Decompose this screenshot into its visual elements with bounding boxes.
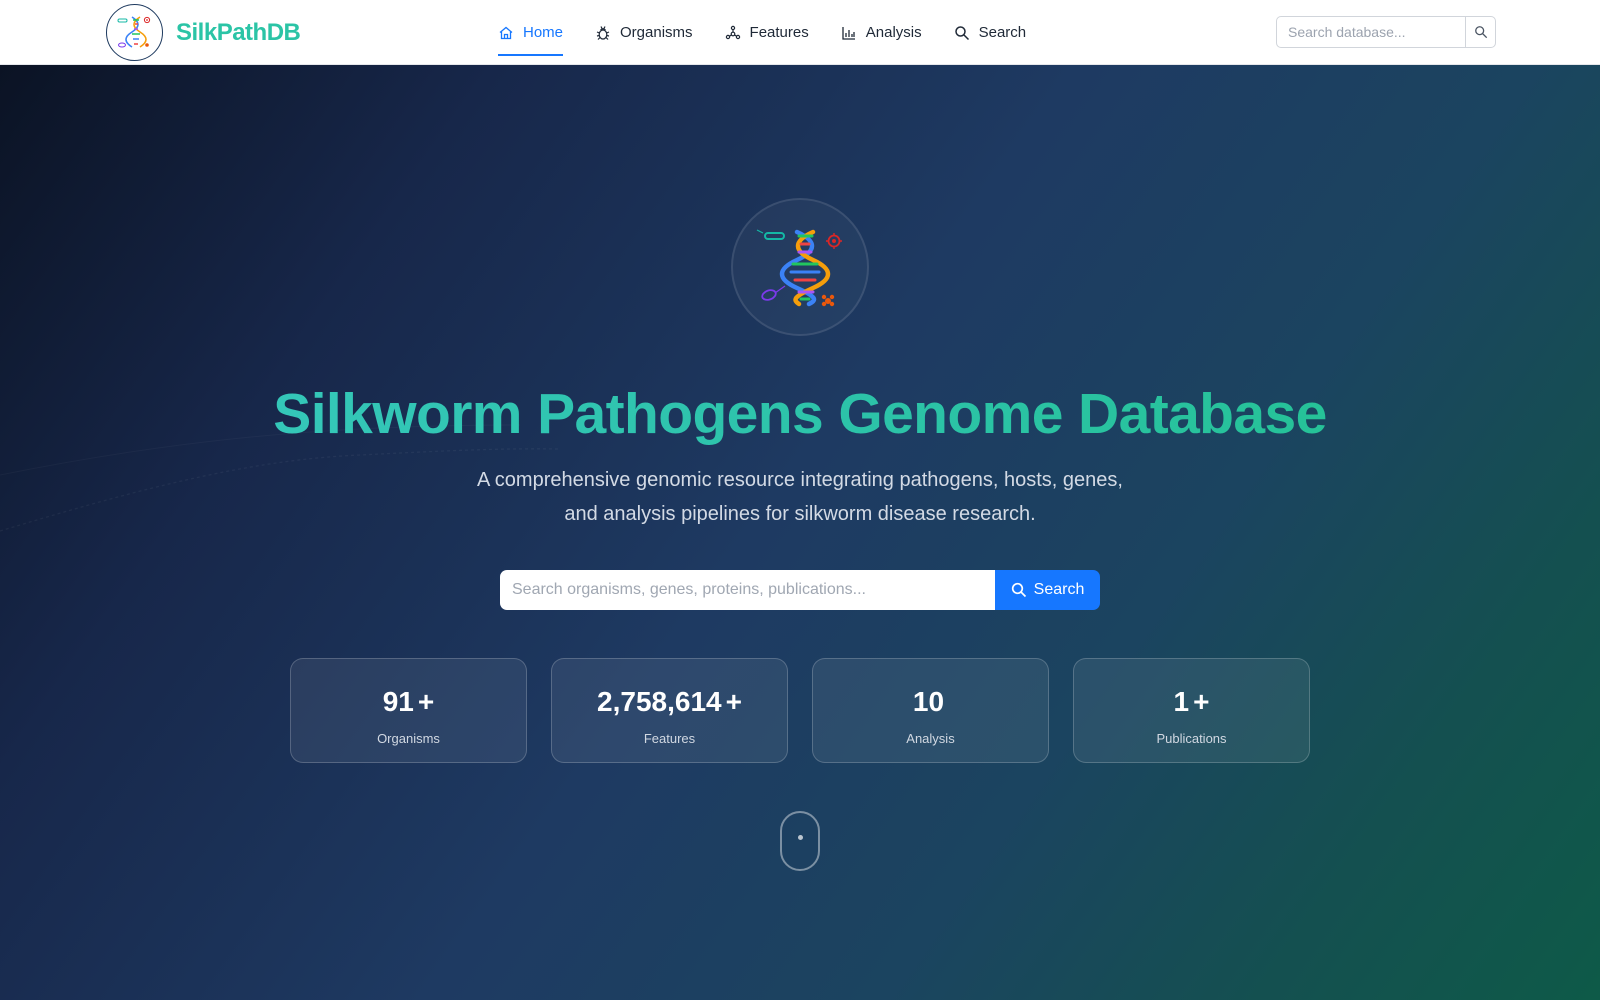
page-title: Silkworm Pathogens Genome Database — [0, 381, 1600, 447]
main-nav: Home Organisms Features Analysis Search — [498, 0, 1058, 65]
stat-number: 1 — [1173, 686, 1190, 717]
hero-search: Search — [500, 570, 1100, 610]
stat-card-features[interactable]: 2,758,614 + Features — [551, 658, 788, 763]
stat-value: 91 + — [291, 686, 526, 718]
stat-card-analysis[interactable]: 10 Analysis — [812, 658, 1049, 763]
nav-item-label: Features — [749, 24, 809, 41]
nodes-icon — [725, 25, 740, 39]
search-icon — [1474, 26, 1487, 39]
nav-item-analysis[interactable]: Analysis — [841, 0, 922, 65]
nav-item-label: Search — [978, 24, 1027, 41]
scroll-dot — [798, 835, 803, 840]
bug-icon — [596, 25, 610, 40]
stat-number: 91 — [382, 686, 414, 717]
nav-item-home[interactable]: Home — [498, 0, 564, 65]
hero-subtitle: A comprehensive genomic resource integra… — [400, 463, 1200, 531]
hero-subtitle-line1: A comprehensive genomic resource integra… — [477, 469, 1123, 491]
brand-name[interactable]: SilkPathDB — [176, 19, 301, 47]
stat-number: 2,758,614 — [597, 686, 722, 717]
hero-subtitle-line2: and analysis pipelines for silkworm dise… — [564, 503, 1036, 525]
stat-value: 10 — [813, 686, 1048, 718]
dna-pathogen-logo-icon[interactable] — [106, 4, 163, 61]
stat-number: 10 — [912, 686, 945, 717]
stat-label: Analysis — [906, 731, 955, 746]
search-icon — [1011, 582, 1026, 598]
nav-item-features[interactable]: Features — [725, 0, 809, 65]
stat-value: 1 + — [1074, 686, 1309, 718]
dna-pathogen-logo-icon — [731, 198, 869, 336]
hero-section: Silkworm Pathogens Genome Database A com… — [0, 65, 1600, 1000]
header-search — [1276, 16, 1496, 48]
stat-label: Organisms — [377, 731, 440, 746]
header-search-input[interactable] — [1277, 17, 1465, 47]
stats-row: 91 + Organisms 2,758,614 + Features 10 Ana… — [290, 658, 1310, 763]
nav-item-label: Analysis — [865, 24, 922, 41]
nav-item-label: Organisms — [620, 24, 693, 41]
header-search-button[interactable] — [1465, 17, 1495, 47]
hero-search-button-label: Search — [1033, 581, 1085, 598]
mouse-scroll-icon[interactable] — [780, 811, 820, 871]
stat-suffix: + — [1193, 686, 1210, 717]
stat-label: Features — [643, 731, 696, 746]
hero-search-button[interactable]: Search — [995, 570, 1100, 610]
home-icon — [499, 26, 513, 39]
bar-chart-icon — [842, 26, 855, 40]
hero-search-input[interactable] — [500, 570, 995, 610]
brand[interactable]: SilkPathDB — [106, 4, 301, 61]
stat-card-publications[interactable]: 1 + Publications — [1073, 658, 1310, 763]
stat-card-organisms[interactable]: 91 + Organisms — [290, 658, 527, 763]
navbar: SilkPathDB Home Organisms Features Analy… — [0, 0, 1600, 65]
nav-item-label: Home — [523, 24, 564, 41]
stat-value: 2,758,614 + — [552, 686, 787, 718]
stat-suffix: + — [417, 686, 435, 717]
search-icon — [954, 25, 969, 40]
nav-item-search[interactable]: Search — [954, 0, 1027, 65]
stat-label: Publications — [1156, 731, 1227, 746]
stat-suffix: + — [725, 686, 742, 717]
nav-item-organisms[interactable]: Organisms — [595, 0, 693, 65]
